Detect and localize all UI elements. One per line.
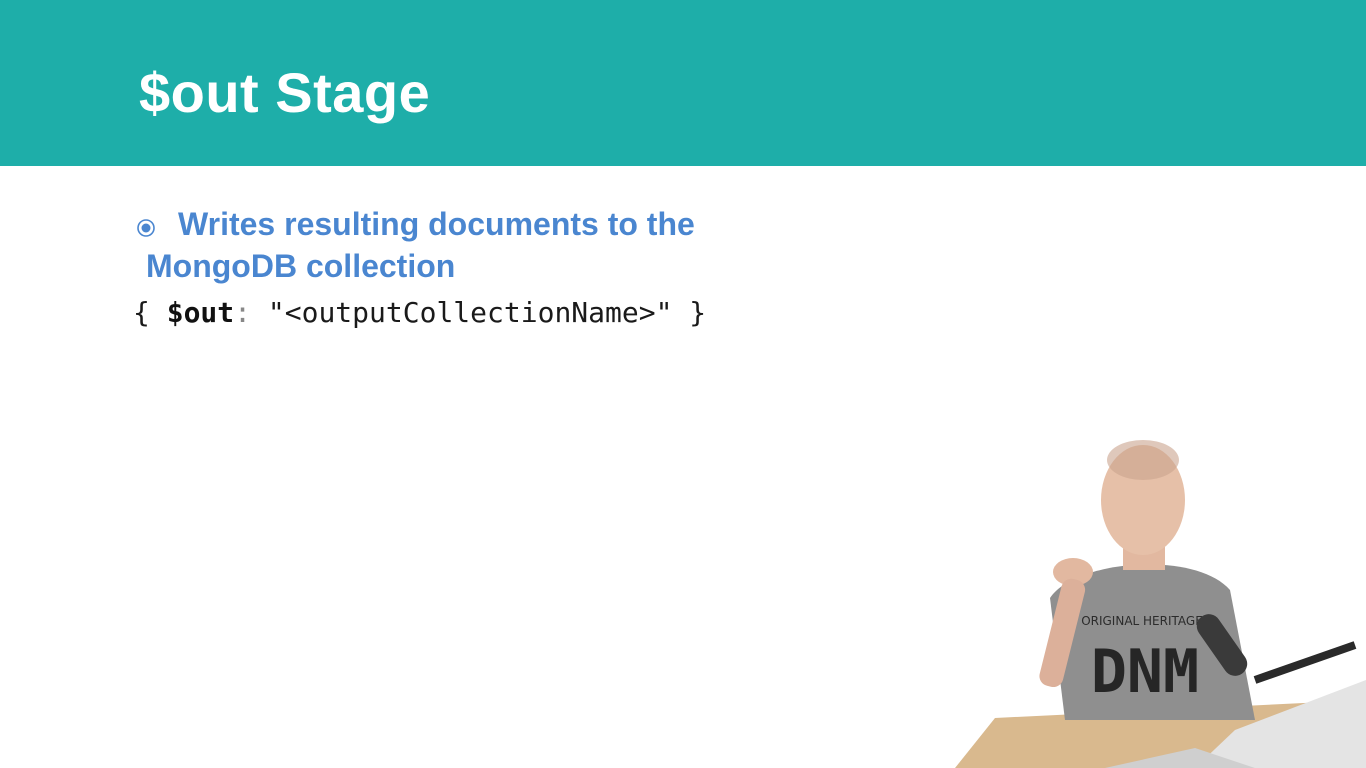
presenter-webcam: ORIGINAL HERITAGE DNM xyxy=(955,430,1366,768)
shirt-print-small: ORIGINAL HERITAGE xyxy=(1081,614,1203,628)
mic-arm xyxy=(1253,641,1357,684)
slide-title: $out Stage xyxy=(139,61,431,124)
code-open-brace: { xyxy=(133,296,167,329)
code-snippet: { $out: "<outputCollectionName>" } xyxy=(133,293,706,333)
shirt-print-big: DNM xyxy=(1091,637,1199,707)
code-colon: : xyxy=(234,296,252,329)
bullet-text: Writes resulting documents to the MongoD… xyxy=(146,206,695,284)
code-value: "<outputCollectionName>" } xyxy=(251,296,707,329)
presenter-illustration: ORIGINAL HERITAGE DNM xyxy=(955,440,1366,768)
code-keyword: $out xyxy=(166,296,235,329)
slide: $out Stage Writes resulting documents to… xyxy=(0,0,1366,768)
hair xyxy=(1107,440,1179,480)
